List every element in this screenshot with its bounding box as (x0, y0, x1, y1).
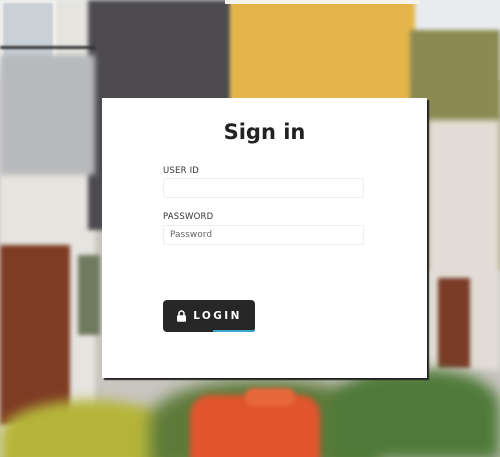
roof-edge (225, 0, 420, 4)
login-card: Sign in USER ID PASSWORD LOGIN (102, 98, 427, 378)
password-label: PASSWORD (163, 212, 214, 222)
password-field[interactable] (163, 225, 364, 245)
balcony (0, 55, 95, 175)
balcony-rail (0, 46, 95, 49)
orange-bin-lid (245, 388, 295, 406)
page-title: Sign in (223, 120, 306, 144)
left-door (0, 245, 70, 425)
right-door (438, 278, 470, 368)
lower-window (78, 255, 100, 335)
login-button[interactable]: LOGIN (163, 300, 255, 332)
user-id-field[interactable] (163, 178, 364, 198)
login-button-label: LOGIN (193, 310, 242, 322)
shrub (330, 370, 500, 457)
user-id-label: USER ID (163, 166, 200, 176)
lock-icon (176, 310, 187, 322)
